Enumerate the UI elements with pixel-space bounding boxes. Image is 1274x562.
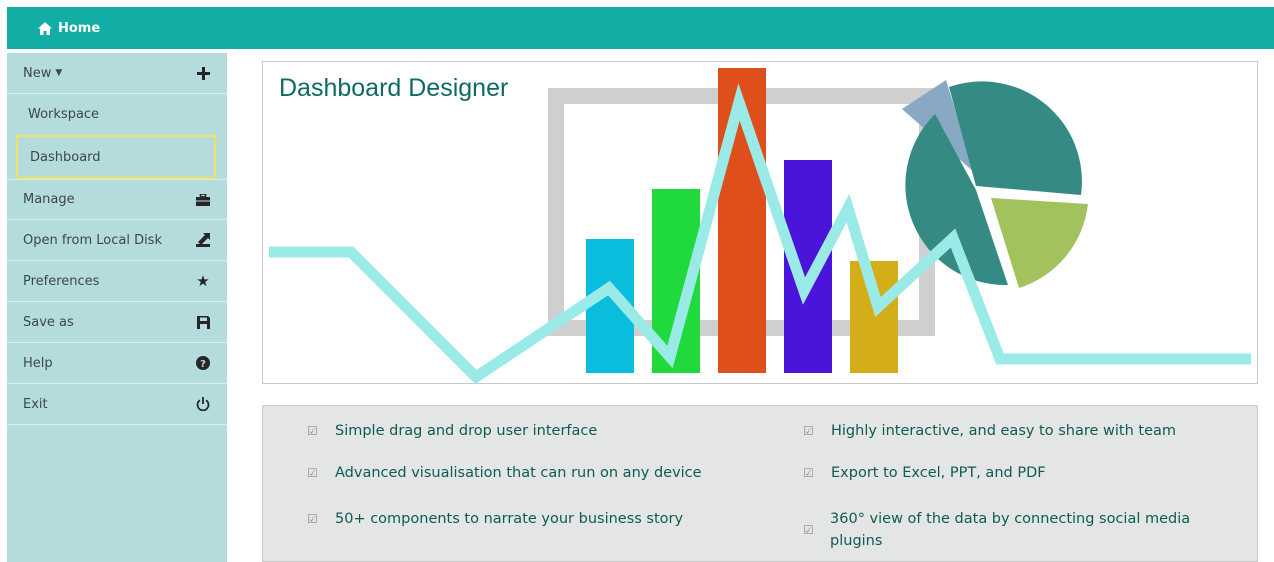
save-icon <box>195 314 211 330</box>
page-title: Dashboard Designer <box>279 74 509 102</box>
menu-save-as[interactable]: Save as <box>7 302 227 343</box>
checkbox-icon: ☑ <box>307 466 318 480</box>
star-icon: ★ <box>196 272 210 290</box>
feature-item: ☑ 50+ components to narrate your busines… <box>307 508 683 530</box>
menu-open-local[interactable]: Open from Local Disk <box>7 220 227 261</box>
checkbox-icon: ☑ <box>307 512 318 526</box>
menu-save-as-label: Save as <box>23 314 74 330</box>
checkbox-icon: ☑ <box>803 466 814 480</box>
plus-icon <box>195 65 211 81</box>
menu-workspace[interactable]: Workspace <box>7 94 227 135</box>
menu-exit-label: Exit <box>23 396 48 412</box>
top-bar: Home <box>7 7 1274 49</box>
menu-dashboard[interactable]: Dashboard <box>16 135 216 179</box>
feature-item: ☑ Simple drag and drop user interface <box>307 420 597 442</box>
menu-preferences[interactable]: Preferences ★ <box>7 261 227 302</box>
menu-help[interactable]: Help ? <box>7 343 227 384</box>
menu-manage-label: Manage <box>23 192 75 207</box>
caret-down-icon: ▼ <box>55 67 63 78</box>
feature-item: ☑ Export to Excel, PPT, and PDF <box>803 462 1046 484</box>
feature-text: Export to Excel, PPT, and PDF <box>831 465 1046 481</box>
feature-item: ☑ Highly interactive, and easy to share … <box>803 420 1176 442</box>
checkbox-icon: ☑ <box>803 523 814 537</box>
features-panel: ☑ Simple drag and drop user interface ☑ … <box>262 405 1258 562</box>
feature-text: 50+ components to narrate your business … <box>335 511 684 527</box>
menu-new-label: New <box>23 65 52 81</box>
sidebar: New ▼ Workspace Dashboard Manage Open fro… <box>7 53 227 562</box>
feature-text: 360° view of the data by connecting soci… <box>830 511 1191 549</box>
feature-text: Simple drag and drop user interface <box>335 423 598 439</box>
menu-preferences-label: Preferences <box>23 273 100 289</box>
feature-text: Highly interactive, and easy to share wi… <box>831 423 1177 439</box>
question-icon: ? <box>195 355 211 371</box>
dashboard-illustration <box>269 68 1251 383</box>
menu-workspace-label: Workspace <box>28 107 100 122</box>
home-icon <box>38 21 52 35</box>
hero-banner: Dashboard Designer <box>262 61 1258 384</box>
svg-text:?: ? <box>200 359 206 370</box>
menu-manage[interactable]: Manage <box>7 179 227 220</box>
pie-slice <box>991 198 1088 288</box>
power-icon <box>195 396 211 412</box>
checkbox-icon: ☑ <box>803 424 814 438</box>
menu-dashboard-label: Dashboard <box>30 149 101 165</box>
menu-new[interactable]: New ▼ <box>7 53 227 94</box>
menu-exit[interactable]: Exit <box>7 384 227 425</box>
feature-text: Advanced visualisation that can run on a… <box>335 465 702 481</box>
menu-help-label: Help <box>23 355 53 371</box>
briefcase-icon <box>195 192 211 208</box>
home-label: Home <box>58 20 101 36</box>
feature-item: ☑ 360° view of the data by connecting so… <box>803 508 1213 552</box>
home-link[interactable]: Home <box>38 21 100 36</box>
upload-icon <box>195 232 211 248</box>
feature-item: ☑ Advanced visualisation that can run on… <box>307 462 702 484</box>
menu-open-local-label: Open from Local Disk <box>23 232 162 248</box>
checkbox-icon: ☑ <box>307 424 318 438</box>
